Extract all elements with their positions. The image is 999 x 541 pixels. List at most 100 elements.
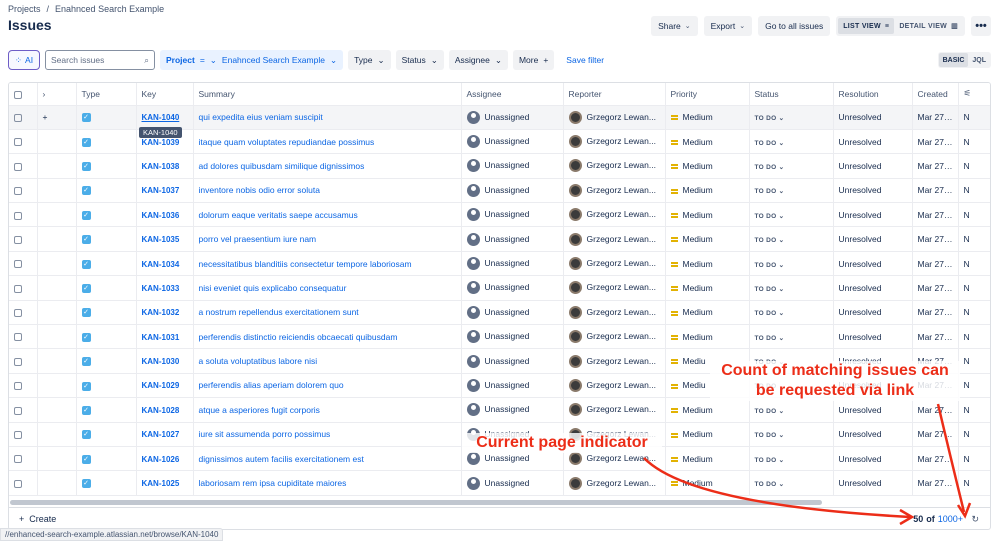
ai-search-button[interactable]: ⁘ AI — [8, 50, 40, 70]
row-status-cell[interactable]: TO DO ⌄ — [749, 275, 834, 301]
column-header-type[interactable]: Type — [76, 83, 137, 106]
row-priority-cell[interactable]: Medium — [665, 178, 750, 204]
jql-mode-button[interactable]: JQL — [968, 53, 990, 67]
more-actions-button[interactable]: ••• — [971, 16, 991, 36]
row-key-cell[interactable]: KAN-1037 — [136, 178, 194, 204]
issue-key-link[interactable]: KAN-1040 — [142, 113, 180, 122]
row-key-cell[interactable]: KAN-1027 — [136, 422, 194, 447]
assignee-filter[interactable]: Assignee ⌄ — [448, 50, 508, 70]
row-status-cell[interactable]: TO DO ⌄ — [749, 129, 834, 155]
row-checkbox[interactable] — [14, 406, 22, 415]
row-summary-cell[interactable]: laboriosam rem ipsa cupiditate maiores — [193, 470, 462, 496]
row-select-cell[interactable] — [9, 129, 38, 155]
issue-key-link[interactable]: KAN-1028 — [142, 406, 180, 415]
row-status-cell[interactable]: TO DO ⌄ — [749, 324, 834, 350]
row-expand-cell[interactable] — [37, 275, 77, 301]
row-summary-cell[interactable]: ad dolores quibusdam similique dignissim… — [193, 153, 462, 179]
more-filters-button[interactable]: More + — [512, 50, 555, 70]
row-select-cell[interactable] — [9, 300, 38, 326]
row-reporter-cell[interactable]: Grzegorz Lewan... — [563, 300, 666, 326]
issue-key-link[interactable]: KAN-1032 — [142, 308, 180, 317]
table-row[interactable]: ✓ KAN-1028 atque a asperiores fugit corpor… — [9, 397, 990, 423]
row-select-cell[interactable] — [9, 397, 38, 423]
row-expand-cell[interactable] — [37, 446, 77, 472]
plus-icon[interactable]: + — [43, 112, 48, 122]
refresh-icon[interactable]: ↻ — [971, 514, 979, 525]
row-priority-cell[interactable]: Medium — [665, 446, 750, 472]
type-filter[interactable]: Type ⌄ — [348, 50, 391, 70]
project-filter[interactable]: Project = ⌄ Enahnced Search Example ⌄ — [160, 50, 344, 70]
issue-key-link[interactable]: KAN-1030 — [142, 357, 180, 366]
row-select-cell[interactable] — [9, 348, 38, 374]
status-lozenge[interactable]: TO DO ⌄ — [755, 188, 785, 195]
issue-summary-link[interactable]: a soluta voluptatibus labore nisi — [199, 356, 318, 366]
row-select-cell[interactable] — [9, 226, 38, 252]
row-checkbox[interactable] — [14, 455, 22, 464]
status-lozenge[interactable]: TO DO ⌄ — [755, 481, 785, 488]
row-checkbox[interactable] — [14, 235, 22, 244]
row-priority-cell[interactable]: Medium — [665, 324, 750, 350]
issue-summary-link[interactable]: dolorum eaque veritatis saepe accusamus — [199, 210, 358, 220]
table-row[interactable]: ✓ KAN-1036 dolorum eaque veritatis saepe a… — [9, 202, 990, 228]
row-status-cell[interactable]: TO DO ⌄ — [749, 153, 834, 179]
create-button[interactable]: + Create — [19, 514, 56, 524]
issue-key-link[interactable]: KAN-1026 — [142, 455, 180, 464]
chevron-right-icon[interactable]: › — [43, 89, 46, 99]
row-summary-cell[interactable]: qui expedita eius veniam suscipit — [193, 105, 462, 130]
issue-summary-link[interactable]: perferendis distinctio reiciendis obcaec… — [199, 332, 398, 342]
row-priority-cell[interactable]: Medium — [665, 226, 750, 252]
row-reporter-cell[interactable]: Grzegorz Lewan... — [563, 324, 666, 350]
issue-summary-link[interactable]: dignissimos autem facilis exercitationem… — [199, 454, 364, 464]
issue-key-link[interactable]: KAN-1038 — [142, 162, 180, 171]
row-select-cell[interactable] — [9, 470, 38, 496]
row-select-cell[interactable] — [9, 251, 38, 277]
issue-key-link[interactable]: KAN-1029 — [142, 381, 180, 390]
select-all-checkbox[interactable] — [14, 90, 22, 99]
select-all-cell[interactable] — [9, 83, 38, 106]
row-key-cell[interactable]: KAN-1033 — [136, 275, 194, 301]
row-summary-cell[interactable]: necessitatibus blanditiis consectetur te… — [193, 251, 462, 277]
issue-summary-link[interactable]: necessitatibus blanditiis consectetur te… — [199, 259, 412, 269]
row-reporter-cell[interactable]: Grzegorz Lewan... — [563, 348, 666, 374]
issue-summary-link[interactable]: laboriosam rem ipsa cupiditate maiores — [199, 478, 347, 488]
row-assignee-cell[interactable]: Unassigned — [461, 275, 564, 301]
basic-mode-button[interactable]: BASIC — [938, 53, 969, 67]
row-assignee-cell[interactable]: Unassigned — [461, 373, 564, 399]
row-summary-cell[interactable]: dignissimos autem facilis exercitationem… — [193, 446, 462, 472]
row-checkbox[interactable] — [14, 113, 22, 122]
status-lozenge[interactable]: TO DO ⌄ — [755, 432, 785, 439]
row-assignee-cell[interactable]: Unassigned — [461, 300, 564, 326]
row-assignee-cell[interactable]: Unassigned — [461, 226, 564, 252]
list-view-button[interactable]: LIST VIEW ≡ — [838, 18, 895, 34]
breadcrumb-projects-link[interactable]: Projects — [8, 4, 41, 14]
row-expand-cell[interactable]: + — [37, 105, 77, 130]
row-reporter-cell[interactable]: Grzegorz Lewan... — [563, 397, 666, 423]
row-priority-cell[interactable]: Medium — [665, 300, 750, 326]
row-summary-cell[interactable]: perferendis distinctio reiciendis obcaec… — [193, 324, 462, 350]
row-key-cell[interactable]: KAN-1035 — [136, 226, 194, 252]
row-expand-cell[interactable] — [37, 373, 77, 399]
row-status-cell[interactable]: TO DO ⌄ — [749, 251, 834, 277]
total-count-link[interactable]: 1000+ — [938, 514, 963, 524]
breadcrumb-project-link[interactable]: Enahnced Search Example — [55, 4, 164, 14]
row-key-cell[interactable]: KAN-1031 — [136, 324, 194, 350]
row-priority-cell[interactable]: Medium — [665, 153, 750, 179]
issue-summary-link[interactable]: atque a asperiores fugit corporis — [199, 405, 320, 415]
status-lozenge[interactable]: TO DO ⌄ — [755, 213, 785, 220]
row-assignee-cell[interactable]: Unassigned — [461, 129, 564, 155]
row-assignee-cell[interactable]: Unassigned — [461, 105, 564, 130]
row-expand-cell[interactable] — [37, 470, 77, 496]
row-priority-cell[interactable]: Medium — [665, 275, 750, 301]
row-status-cell[interactable]: TO DO ⌄ — [749, 105, 834, 130]
row-key-cell[interactable]: KAN-1025 — [136, 470, 194, 496]
status-lozenge[interactable]: TO DO ⌄ — [755, 335, 785, 342]
table-row[interactable]: ✓ KAN-1033 nisi eveniet quis explicabo con… — [9, 275, 990, 301]
issue-key-link[interactable]: KAN-1036 — [142, 211, 180, 220]
row-checkbox[interactable] — [14, 431, 22, 440]
row-checkbox[interactable] — [14, 357, 22, 366]
row-checkbox[interactable] — [14, 138, 22, 147]
issue-summary-link[interactable]: a nostrum repellendus exercitationem sun… — [199, 307, 359, 317]
issue-summary-link[interactable]: itaque quam voluptates repudiandae possi… — [199, 137, 375, 147]
detail-view-button[interactable]: DETAIL VIEW ▥ — [894, 18, 963, 34]
row-summary-cell[interactable]: itaque quam voluptates repudiandae possi… — [193, 129, 462, 155]
